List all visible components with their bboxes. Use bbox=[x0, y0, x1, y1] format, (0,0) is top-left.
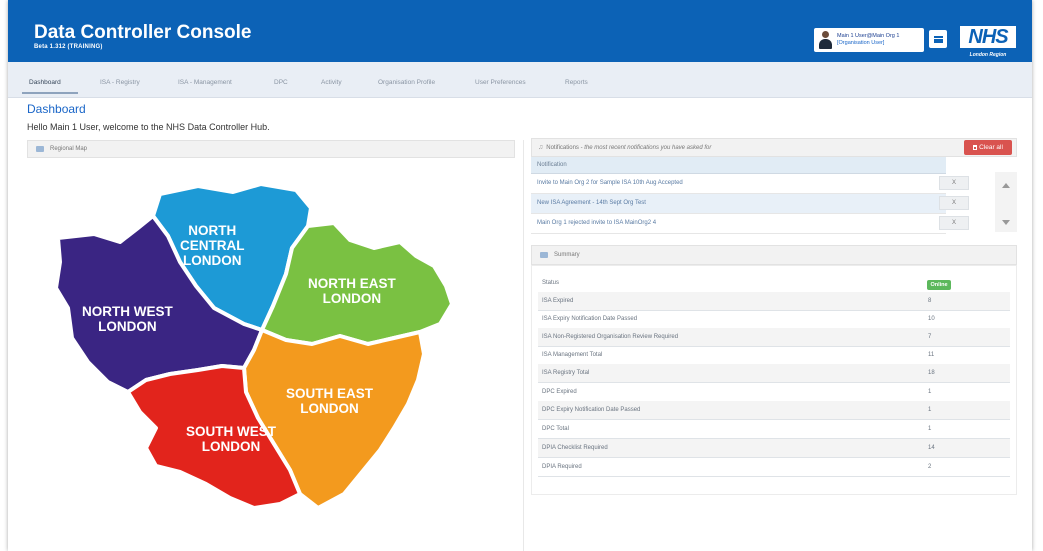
user-account-box[interactable]: Main 1 User@Main Org 1 [Organisation Use… bbox=[814, 28, 924, 52]
notifications-panel-header: ♫ Notifications - the most recent notifi… bbox=[531, 138, 1017, 157]
main-nav: Dashboard ISA - Registry ISA - Managemen… bbox=[8, 62, 1032, 98]
user-role: [Organisation User] bbox=[837, 40, 885, 46]
avatar bbox=[818, 31, 833, 49]
table-row[interactable]: Main Org 1 rejected invite to ISA MainOr… bbox=[531, 214, 969, 234]
status-label: Status bbox=[542, 280, 560, 286]
table-row: DPC Total 1 bbox=[538, 420, 1010, 439]
map-icon bbox=[36, 146, 44, 152]
notification-text: Invite to Main Org 2 for Sample ISA 10th… bbox=[537, 180, 683, 186]
notifications-title: Notifications - the most recent notifica… bbox=[546, 144, 712, 151]
tab-dpc[interactable]: DPC bbox=[274, 79, 288, 86]
app-version: Beta 1.312 (TRAINING) bbox=[34, 44, 103, 50]
map-panel-title: Regional Map bbox=[50, 146, 88, 152]
map-panel-header: Regional Map bbox=[27, 140, 515, 158]
bell-icon: ♫ bbox=[538, 144, 544, 151]
tab-isa-registry[interactable]: ISA - Registry bbox=[100, 79, 140, 86]
app-window: Data Controller Console Beta 1.312 (TRAI… bbox=[8, 0, 1032, 551]
table-row: ISA Registry Total 18 bbox=[538, 364, 1010, 383]
tab-organisation-profile[interactable]: Organisation Profile bbox=[378, 79, 435, 86]
tab-dashboard[interactable]: Dashboard bbox=[29, 79, 61, 86]
table-row: ISA Management Total 11 bbox=[538, 346, 1010, 365]
label-north-central: NORTH CENTRAL LONDON bbox=[180, 223, 245, 268]
label-north-west: NORTH WEST LONDON bbox=[82, 304, 173, 334]
hamburger-icon bbox=[933, 35, 943, 43]
dismiss-button[interactable]: X bbox=[939, 216, 969, 230]
tab-isa-management[interactable]: ISA - Management bbox=[178, 79, 232, 86]
tab-user-preferences[interactable]: User Preferences bbox=[475, 79, 526, 86]
user-info: Main 1 User@Main Org 1 [Organisation Use… bbox=[837, 33, 899, 47]
summary-title: Summary bbox=[554, 252, 580, 258]
chart-icon bbox=[540, 252, 548, 258]
nhs-region: London Region bbox=[969, 52, 1007, 58]
menu-button[interactable] bbox=[929, 30, 947, 48]
trash-icon bbox=[973, 145, 978, 150]
scroll-down-icon[interactable] bbox=[1002, 220, 1010, 225]
notification-text: Main Org 1 rejected invite to ISA MainOr… bbox=[537, 220, 657, 226]
page-title: Dashboard bbox=[27, 102, 86, 116]
summary-panel-header: Summary bbox=[531, 245, 1017, 265]
app-title: Data Controller Console bbox=[34, 22, 252, 43]
label-south-east: SOUTH EAST LONDON bbox=[286, 386, 374, 416]
table-row: ISA Non-Registered Organisation Review R… bbox=[538, 328, 1010, 347]
table-row: ISA Expired 8 bbox=[538, 292, 1010, 311]
nhs-logo: NHS bbox=[960, 26, 1016, 48]
table-row[interactable]: New ISA Agreement - 14th Sept Org Test X bbox=[531, 194, 969, 214]
clear-all-button[interactable]: Clear all bbox=[964, 140, 1012, 155]
label-north-east: NORTH EAST LONDON bbox=[308, 276, 396, 306]
regional-map bbox=[54, 182, 454, 510]
active-tab-indicator bbox=[22, 92, 78, 94]
scroll-up-icon[interactable] bbox=[1002, 183, 1010, 188]
label-south-west: SOUTH WEST LONDON bbox=[186, 424, 276, 454]
welcome-message: Hello Main 1 User, welcome to the NHS Da… bbox=[27, 122, 270, 132]
table-row: DPIA Checklist Required 14 bbox=[538, 439, 1010, 458]
tab-reports[interactable]: Reports bbox=[565, 79, 588, 86]
table-row: ISA Expiry Notification Date Passed 10 bbox=[538, 310, 1010, 329]
table-row: DPC Expiry Notification Date Passed 1 bbox=[538, 401, 1010, 420]
column-divider bbox=[523, 140, 524, 551]
notifications-table-header: Notification bbox=[531, 157, 946, 174]
status-badge: Online bbox=[927, 280, 951, 290]
table-row: DPC Expired 1 bbox=[538, 383, 1010, 402]
dismiss-button[interactable]: X bbox=[939, 196, 969, 210]
header-bar: Data Controller Console Beta 1.312 (TRAI… bbox=[8, 0, 1032, 62]
table-row: DPIA Required 2 bbox=[538, 458, 1010, 477]
notification-text: New ISA Agreement - 14th Sept Org Test bbox=[537, 200, 646, 206]
table-row[interactable]: Invite to Main Org 2 for Sample ISA 10th… bbox=[531, 174, 969, 194]
user-name: Main 1 User@Main Org 1 bbox=[837, 33, 900, 39]
tab-activity[interactable]: Activity bbox=[321, 79, 342, 86]
dismiss-button[interactable]: X bbox=[939, 176, 969, 190]
